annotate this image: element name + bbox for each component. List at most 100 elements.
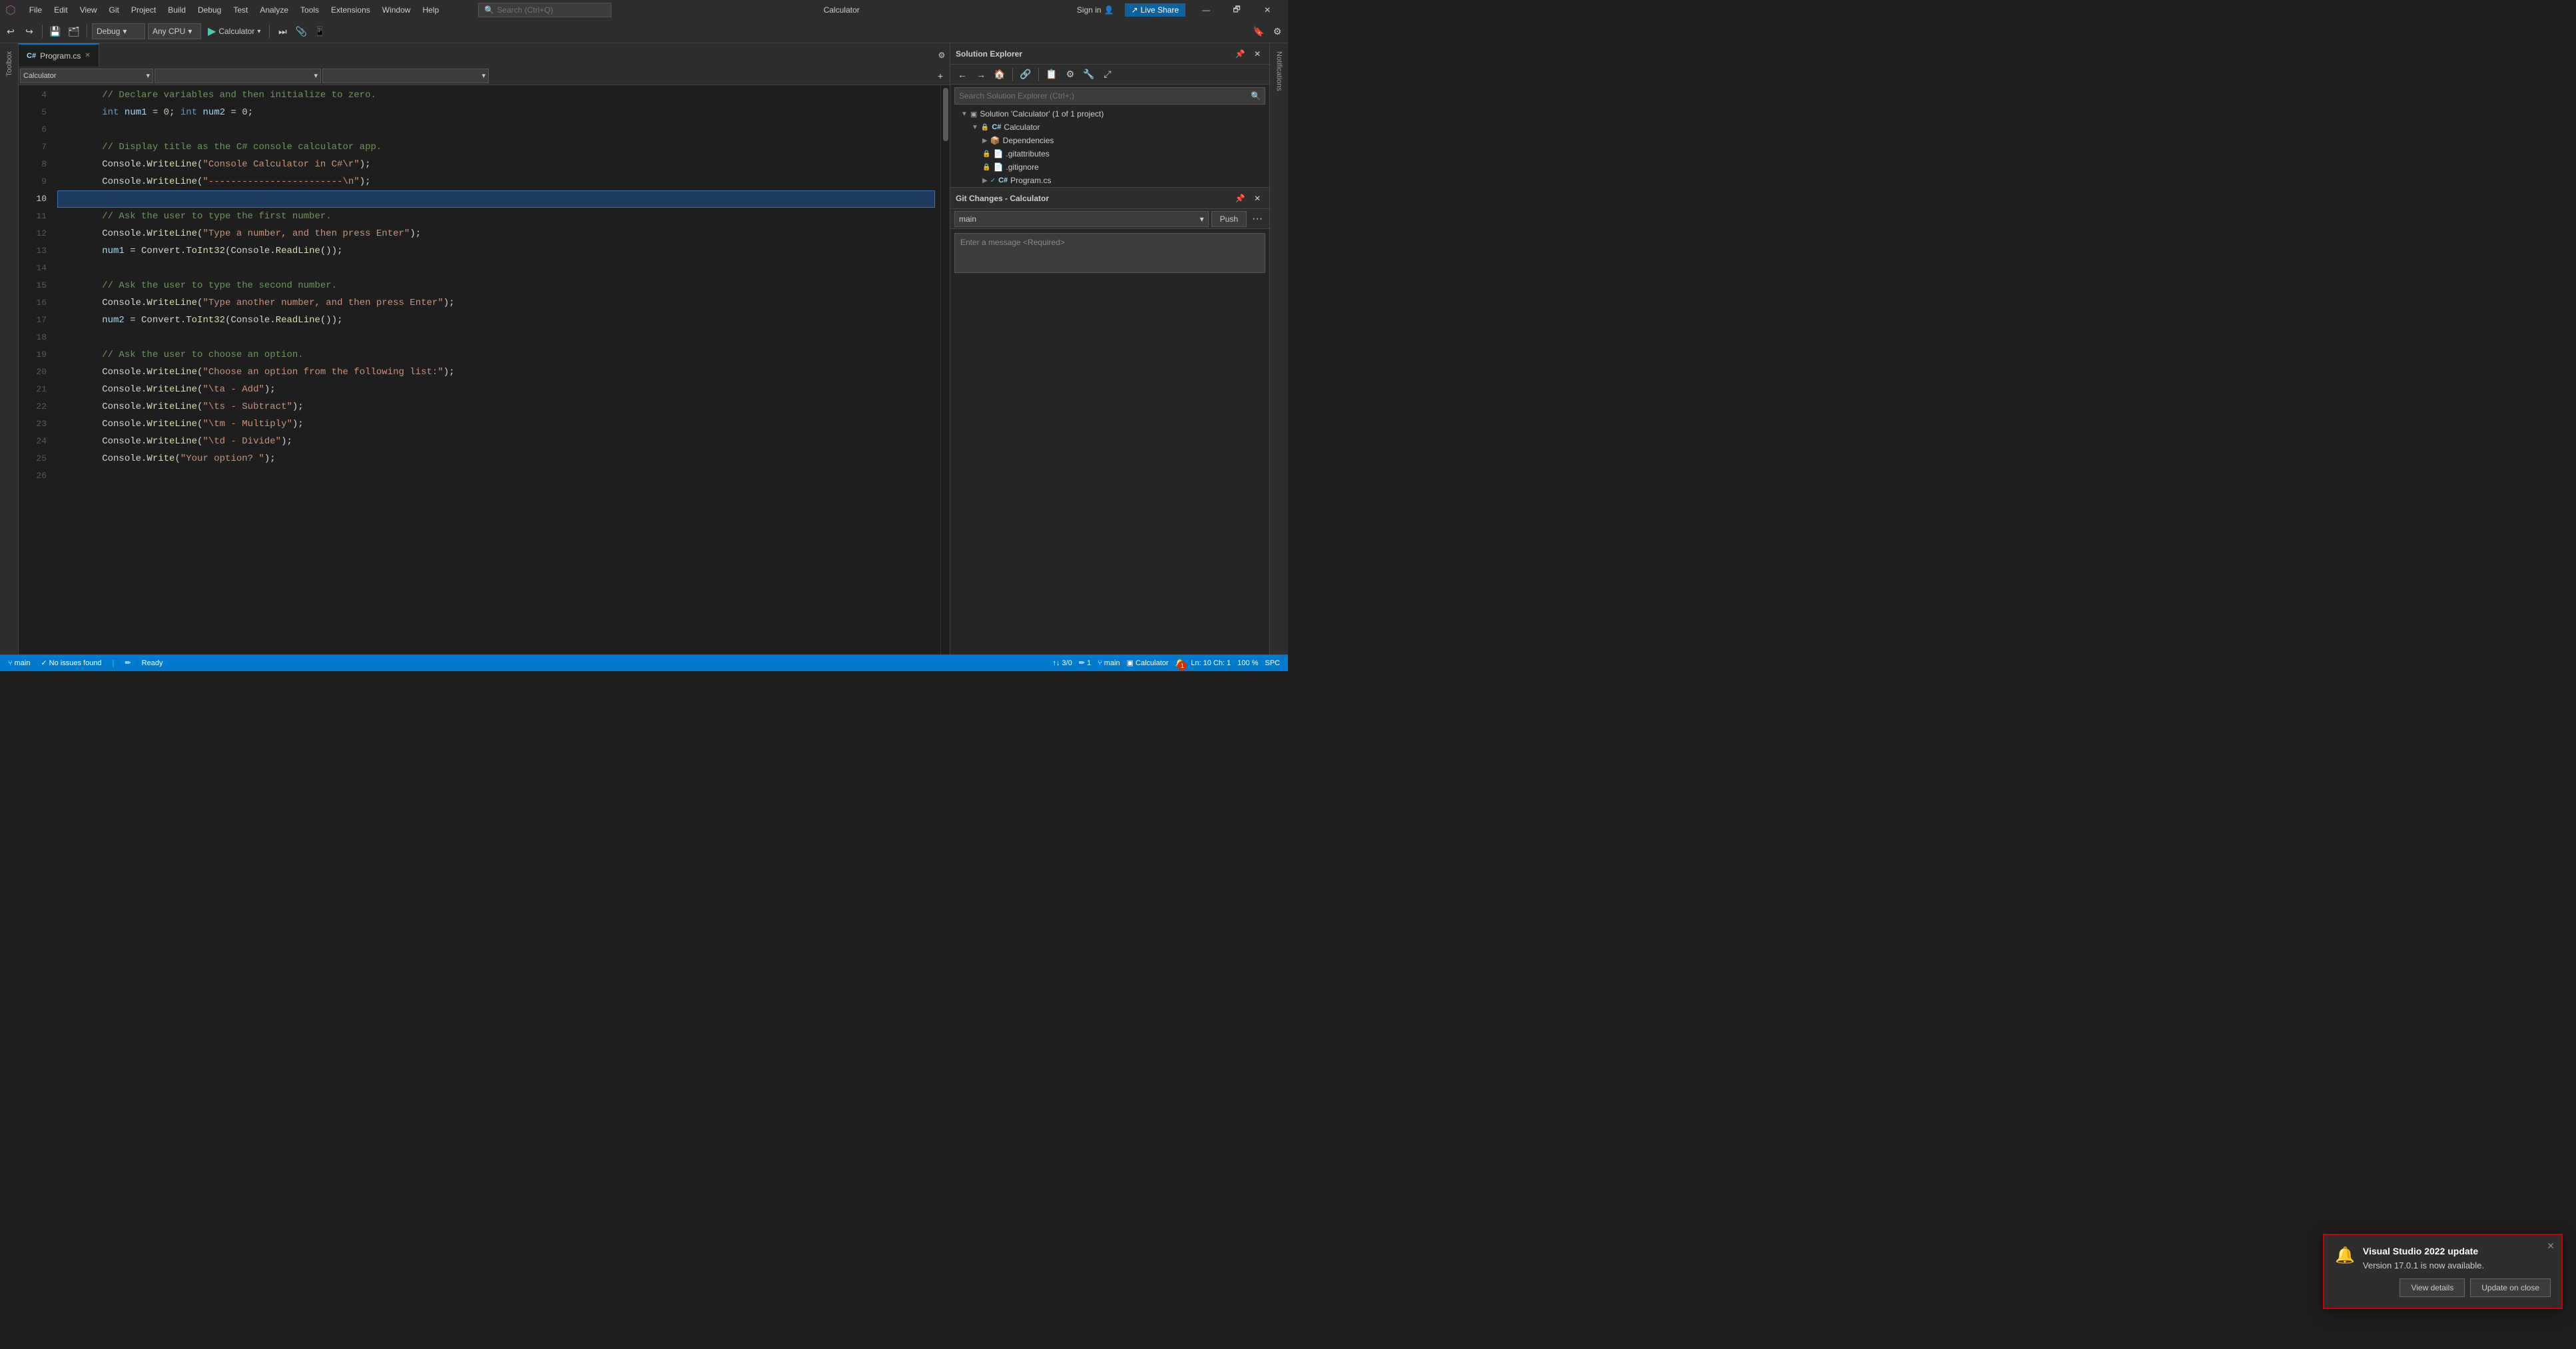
git-changes-header: Git Changes - Calculator 📌 ✕	[950, 188, 1269, 209]
editor-scrollbar[interactable]	[940, 85, 950, 655]
menu-debug[interactable]: Debug	[192, 3, 226, 17]
status-solution-name[interactable]: ▣ Calculator	[1124, 659, 1171, 667]
device-button[interactable]: 📱	[312, 23, 328, 39]
tree-item-calculator[interactable]: ▼ 🔒 C# Calculator	[950, 121, 1269, 134]
tree-item-programcs[interactable]: ▶ ✓ C# Program.cs	[950, 174, 1269, 187]
view-details-button[interactable]: View details	[2400, 1278, 2465, 1297]
menu-view[interactable]: View	[75, 3, 103, 17]
menu-project[interactable]: Project	[126, 3, 161, 17]
restore-button[interactable]: 🗗	[1221, 0, 1252, 20]
se-expand-button[interactable]: ⤢	[1100, 67, 1116, 83]
status-zoom[interactable]: 100 %	[1235, 659, 1261, 667]
status-line-col[interactable]: Ln: 10 Ch: 1	[1188, 659, 1233, 667]
lock-icon: 🔒	[982, 164, 990, 171]
status-git-branch[interactable]: ⑂ main	[5, 655, 33, 671]
status-pencil[interactable]: ✏	[122, 655, 133, 671]
code-line-19: // Ask the user to choose an option.	[57, 346, 935, 364]
right-panel: Solution Explorer 📌 ✕ ← → 🏠 🔗 📋 ⚙ 🔧 ⤢ 🔍	[950, 43, 1269, 655]
tree-item-dependencies[interactable]: ▶ 📦 Dependencies	[950, 134, 1269, 147]
se-search-input[interactable]	[959, 91, 1248, 101]
git-pin-button[interactable]: 📌	[1233, 192, 1247, 205]
menu-file[interactable]: File	[24, 3, 47, 17]
menu-tools[interactable]: Tools	[295, 3, 324, 17]
menu-window[interactable]: Window	[377, 3, 416, 17]
branch-dropdown[interactable]: main ▾	[954, 211, 1209, 227]
se-settings-button[interactable]: 🔧	[1081, 67, 1097, 83]
step-over-button[interactable]: ⏭	[274, 23, 290, 39]
menu-help[interactable]: Help	[417, 3, 444, 17]
status-edit-count[interactable]: ✏ 1	[1076, 659, 1094, 667]
code-content[interactable]: // Declare variables and then initialize…	[52, 85, 940, 655]
se-search-box[interactable]: 🔍	[954, 87, 1265, 105]
tree-item-gitignore[interactable]: 🔒 📄 .gitignore	[950, 160, 1269, 174]
checkmark-icon: ✓	[990, 177, 996, 184]
more-options-button[interactable]: ···	[1249, 211, 1265, 227]
se-copy-button[interactable]: 📋	[1044, 67, 1060, 83]
close-button[interactable]: ✕	[1252, 0, 1283, 20]
run-button[interactable]: ▶ Calculator ▾	[204, 23, 264, 39]
git-changes-title: Git Changes - Calculator	[956, 194, 1229, 203]
menu-edit[interactable]: Edit	[49, 3, 73, 17]
sign-in-button[interactable]: Sign in 👤	[1072, 3, 1120, 17]
notification-description: Version 17.0.1 is now available.	[2363, 1260, 2484, 1270]
pin-button[interactable]: 📌	[1233, 47, 1247, 61]
git-close-button[interactable]: ✕	[1251, 192, 1264, 205]
status-encoding[interactable]: SPC	[1262, 659, 1283, 667]
commit-placeholder: Enter a message <Required>	[960, 238, 1065, 247]
tree-item-gitattributes[interactable]: 🔒 📄 .gitattributes	[950, 147, 1269, 160]
se-home-button[interactable]: 🏠	[992, 67, 1008, 83]
se-back-button[interactable]: ←	[954, 67, 970, 83]
tab-settings-button[interactable]: ⚙	[934, 43, 950, 67]
tab-program-cs[interactable]: C# Program.cs ✕	[19, 43, 99, 67]
scrollbar-thumb[interactable]	[943, 88, 948, 141]
tree-label-deps: Dependencies	[1003, 136, 1054, 145]
vs-logo: ⬡	[5, 3, 16, 17]
status-branch-name[interactable]: ⑂ main	[1095, 659, 1122, 667]
menu-test[interactable]: Test	[228, 3, 253, 17]
push-button[interactable]: Push	[1211, 211, 1247, 227]
save-button[interactable]: 💾	[47, 23, 63, 39]
undo-button[interactable]: ↩	[3, 23, 19, 39]
toolbox-label: Toolbox	[5, 46, 13, 82]
line-num-4: 4	[19, 87, 47, 104]
tree-item-solution[interactable]: ▼ ▣ Solution 'Calculator' (1 of 1 projec…	[950, 107, 1269, 121]
se-properties-button[interactable]: ⚙	[1062, 67, 1078, 83]
search-input[interactable]	[497, 5, 597, 15]
code-editor[interactable]: 4 5 6 7 8 9 10 11 12 13 14 15 16 17 18 1…	[19, 85, 950, 655]
update-on-close-button[interactable]: Update on close	[2470, 1278, 2551, 1297]
tab-close-icon[interactable]: ✕	[85, 52, 90, 59]
menu-extensions[interactable]: Extensions	[326, 3, 376, 17]
menu-build[interactable]: Build	[162, 3, 191, 17]
scope-dropdown[interactable]: Calculator ▾	[20, 69, 153, 83]
se-forward-button[interactable]: →	[973, 67, 989, 83]
class-dropdown[interactable]: ▾	[155, 69, 321, 83]
settings-button[interactable]: ⚙	[1269, 23, 1285, 39]
save-all-button[interactable]: 🗂	[66, 23, 82, 39]
attach-button[interactable]: 📎	[293, 23, 309, 39]
debug-config-dropdown[interactable]: Debug ▾	[92, 23, 145, 39]
live-share-button[interactable]: ↗ Live Share	[1125, 3, 1185, 17]
redo-button[interactable]: ↪	[21, 23, 37, 39]
menu-git[interactable]: Git	[104, 3, 125, 17]
commit-message-input[interactable]: Enter a message <Required>	[954, 233, 1265, 273]
menu-analyze[interactable]: Analyze	[254, 3, 294, 17]
platform-dropdown[interactable]: Any CPU ▾	[148, 23, 201, 39]
search-box[interactable]: 🔍	[478, 3, 611, 17]
pencil-icon: ✏	[1079, 659, 1085, 667]
editor-area: C# Program.cs ✕ ⚙ Calculator ▾ ▾ ▾ +	[19, 43, 950, 655]
notification-close-button[interactable]: ✕	[2547, 1240, 2555, 1252]
bookmark-button[interactable]: 🔖	[1251, 23, 1267, 39]
add-member-button[interactable]: +	[932, 68, 948, 84]
close-panel-button[interactable]: ✕	[1251, 47, 1264, 61]
member-dropdown[interactable]: ▾	[322, 69, 489, 83]
status-git-changes[interactable]: ↑↓ 3/0	[1050, 659, 1075, 667]
minimize-button[interactable]: —	[1191, 0, 1221, 20]
se-filter-button[interactable]: 🔗	[1018, 67, 1034, 83]
chevron-down-icon: ▾	[1200, 214, 1204, 224]
code-line-23: Console.WriteLine("\tm - Multiply");	[57, 415, 935, 433]
status-no-issues[interactable]: ✓ No issues found	[38, 655, 104, 671]
line-num-8: 8	[19, 156, 47, 173]
notification-content: Visual Studio 2022 update Version 17.0.1…	[2363, 1246, 2484, 1270]
status-notifications[interactable]: 🔔 1	[1173, 659, 1187, 667]
lock-icon: 🔒	[981, 124, 989, 131]
